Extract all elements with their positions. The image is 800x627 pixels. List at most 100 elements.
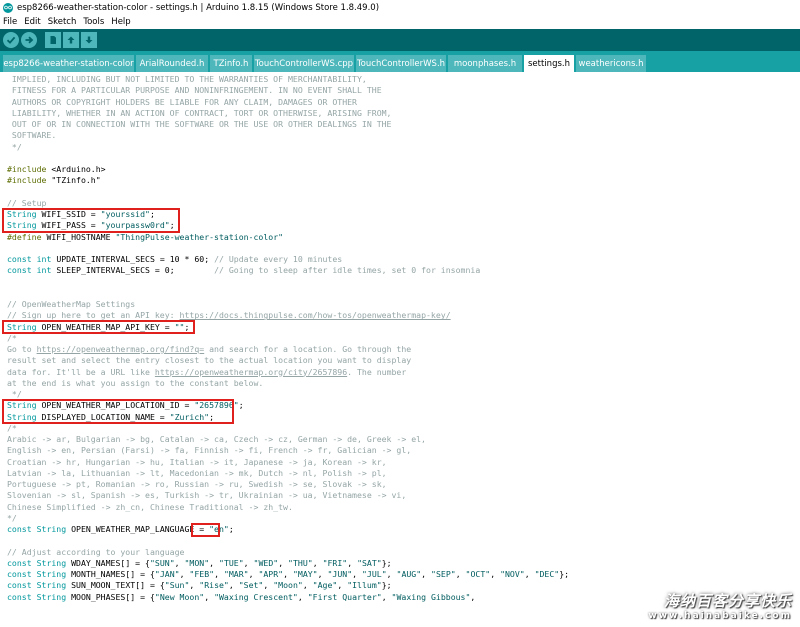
code-line[interactable]: Arabic -> ar, Bulgarian -> bg, Catalan -… [7, 434, 426, 445]
code-token: Portuguese -> pt, Romanian -> ro, Russia… [7, 479, 387, 489]
code-line[interactable]: const String MOON_PHASES[] = {"New Moon"… [7, 592, 475, 603]
code-line[interactable]: */ [7, 513, 17, 524]
code-line[interactable]: Croatian -> hr, Hungarian -> hu, Italian… [7, 457, 387, 468]
open-button[interactable] [63, 32, 79, 48]
code-line[interactable]: const String WDAY_NAMES[] = {"SUN", "MON… [7, 558, 392, 569]
code-line[interactable]: const String OPEN_WEATHER_MAP_LANGUAGE =… [7, 524, 234, 535]
code-token: String [36, 591, 67, 602]
code-token: , [228, 580, 239, 591]
code-line[interactable]: String WIFI_SSID = "yourssid"; [7, 209, 155, 220]
code-token: "SAT" [357, 557, 382, 568]
code-line[interactable]: at the end is what you assign to the con… [7, 378, 263, 389]
code-editor[interactable]: IMPLIED, INCLUDING BUT NOT LIMITED TO TH… [0, 72, 800, 627]
code-line[interactable]: // OpenWeatherMap Settings [7, 299, 135, 310]
watermark: 海纳百客分享快乐 www.hainabaike.com [622, 590, 792, 624]
code-line[interactable]: IMPLIED, INCLUDING BUT NOT LIMITED TO TH… [7, 74, 367, 85]
code-line[interactable]: const int SLEEP_INTERVAL_SECS = 0; // Go… [7, 265, 480, 276]
code-line[interactable]: Latvian -> la, Lithuanian -> lt, Macedon… [7, 468, 387, 479]
code-token: String [7, 400, 37, 411]
code-line[interactable]: const String MONTH_NAMES[] = {"JAN", "FE… [7, 569, 569, 580]
code-line[interactable]: Slovenian -> sl, Spanish -> es, Turkish … [7, 490, 406, 501]
code-token: "New Moon" [154, 591, 205, 602]
code-token: Slovenian -> sl, Spanish -> es, Turkish … [7, 490, 407, 501]
code-token: ; [184, 321, 190, 332]
code-token: "Age" [312, 580, 338, 591]
code-line[interactable]: // Adjust according to your language [7, 547, 184, 558]
code-line[interactable]: data for. It'll be a URL like https://op… [7, 367, 406, 378]
tab-touchcontrollerws-cpp[interactable]: TouchControllerWS.cpp [254, 55, 354, 72]
code-token: /* [7, 332, 17, 343]
code-line[interactable]: String WIFI_PASS = "yourpassw0rd"; [7, 220, 175, 231]
code-token: , [297, 591, 308, 602]
tab-moonphases[interactable]: moonphases.h [448, 55, 522, 72]
tab-weathericons[interactable]: weathericons.h [576, 55, 646, 72]
tab-settings[interactable]: settings.h [524, 55, 574, 72]
code-line[interactable]: const String SUN_MOON_TEXT[] = {"Sun", "… [7, 580, 392, 591]
code-line[interactable]: result set and select the entry closest … [7, 355, 411, 366]
code-token: }; [381, 557, 392, 568]
menu-tools[interactable]: Tools [83, 17, 104, 27]
tab-esp8266-weather-station-color[interactable]: esp8266-weather-station-color [3, 55, 134, 72]
tab-arialrounded[interactable]: ArialRounded.h [136, 55, 208, 72]
code-token: // Adjust according to your language [7, 546, 185, 557]
code-line[interactable]: */ [7, 389, 22, 400]
arduino-icon [3, 2, 13, 13]
menu-edit[interactable]: Edit [24, 17, 40, 27]
code-line[interactable]: AUTHORS OR COPYRIGHT HOLDERS BE LIABLE F… [7, 97, 357, 108]
code-line[interactable]: String OPEN_WEATHER_MAP_LOCATION_ID = "2… [7, 400, 244, 411]
menu-sketch[interactable]: Sketch [48, 17, 77, 27]
code-line[interactable]: */ [7, 142, 22, 153]
code-token: "yourssid" [100, 209, 150, 219]
code-token: const [7, 265, 32, 276]
code-token: "" [174, 321, 185, 332]
code-token: , [189, 580, 200, 591]
upload-button[interactable] [21, 32, 37, 48]
verify-button[interactable] [3, 32, 19, 48]
code-link[interactable]: https://docs.thingpulse.com/how-tos/open… [180, 310, 451, 320]
code-token: result set and select the entry closest … [7, 355, 412, 366]
code-line[interactable]: English -> en, Persian (Farsi) -> fa, Fi… [7, 445, 411, 456]
code-token: #define [7, 231, 42, 242]
code-link[interactable]: https://openweathermap.org/city/2657896 [155, 367, 347, 377]
code-line[interactable]: Go to https://openweathermap.org/find?q=… [7, 344, 411, 355]
code-token: ; [238, 400, 244, 411]
code-token: , [278, 557, 289, 568]
code-line[interactable]: // Setup [7, 198, 46, 209]
code-token: "SUN" [149, 557, 175, 568]
code-token: String [7, 411, 37, 422]
code-line[interactable]: /* [7, 333, 17, 344]
code-link[interactable]: https://openweathermap.org/find?q= [37, 344, 205, 354]
menu-help[interactable]: Help [111, 17, 130, 27]
tab-touchcontrollerws-h[interactable]: TouchControllerWS.h [356, 55, 446, 72]
new-button[interactable] [45, 32, 61, 48]
code-token: . The number [347, 366, 407, 377]
code-line[interactable]: // Sign up here to get an API key: https… [7, 310, 451, 321]
code-token: // OpenWeatherMap Settings [7, 299, 136, 309]
code-line[interactable]: Chinese Simplified -> zh_cn, Chinese Tra… [7, 502, 293, 513]
code-token: , [243, 557, 254, 568]
code-line[interactable]: #include <Arduino.h> [7, 164, 106, 175]
code-token: "MAR" [223, 569, 249, 579]
code-line[interactable]: String DISPLAYED_LOCATION_NAME = "Zurich… [7, 412, 214, 423]
save-button[interactable] [81, 32, 97, 48]
code-token: const [7, 580, 32, 591]
code-line[interactable]: OUT OF OR IN CONNECTION WITH THE SOFTWAR… [7, 119, 392, 130]
code-token: "TZinfo.h" [46, 175, 101, 186]
code-token: "Moon" [273, 580, 303, 591]
code-line[interactable]: #define WIFI_HOSTNAME "ThingPulse-weathe… [7, 232, 283, 243]
code-line[interactable]: LIABILITY, WHETHER IN AN ACTION OF CONTR… [7, 108, 392, 119]
code-line[interactable]: FITNESS FOR A PARTICULAR PURPOSE AND NON… [7, 85, 382, 96]
code-line[interactable]: const int UPDATE_INTERVAL_SECS = 10 * 60… [7, 254, 342, 265]
code-token: "Sun" [164, 580, 190, 591]
code-token: const [7, 254, 32, 264]
tab-tzinfo[interactable]: TZinfo.h [210, 55, 252, 72]
code-token: Croatian -> hr, Hungarian -> hu, Italian… [7, 456, 387, 467]
code-line[interactable]: /* [7, 423, 17, 434]
code-line[interactable]: Portuguese -> pt, Romanian -> ro, Russia… [7, 479, 387, 490]
code-line[interactable]: SOFTWARE. [7, 130, 56, 141]
code-token: , [174, 557, 185, 568]
menu-file[interactable]: File [3, 17, 17, 27]
code-line[interactable]: String OPEN_WEATHER_MAP_API_KEY = ""; [7, 322, 189, 333]
code-line[interactable]: #include "TZinfo.h" [7, 175, 101, 186]
code-token: String [36, 569, 67, 579]
